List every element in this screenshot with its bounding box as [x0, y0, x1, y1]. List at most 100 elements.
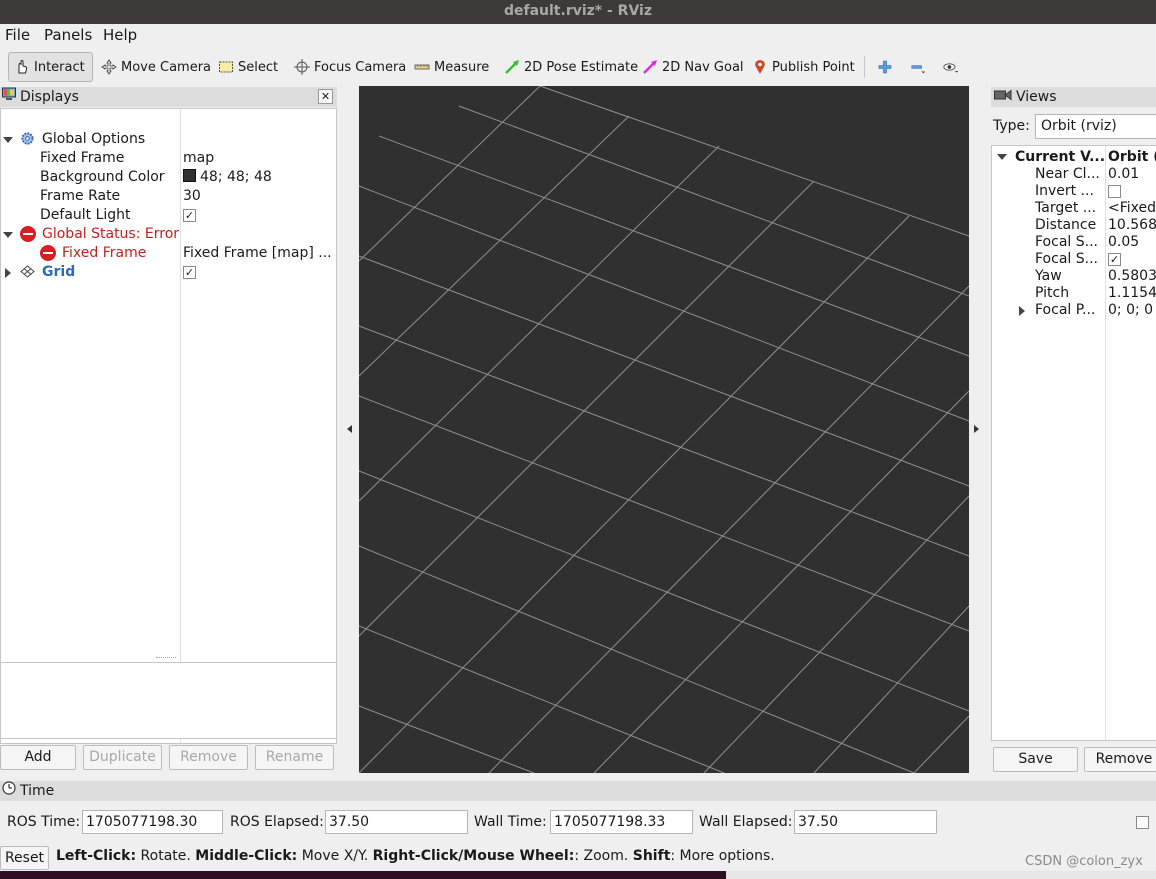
tree-row-background-color[interactable]: Background Color 48; 48; 48	[1, 168, 336, 187]
focal-shape-size-value[interactable]: 0.05	[1108, 234, 1139, 251]
reset-button[interactable]: Reset	[0, 846, 49, 870]
tree-row-near-clip[interactable]: Near Cl... 0.01	[992, 166, 1156, 183]
pitch-label: Pitch	[1035, 285, 1070, 301]
views-panel: Views Type: Orbit (rviz) Current V... Or…	[991, 87, 1156, 773]
tree-row-yaw[interactable]: Yaw 0.58039	[992, 268, 1156, 285]
remove-view-button[interactable]: Remove	[1084, 747, 1156, 772]
time-panel: Time ROS Time: 1705077198.30 ROS Elapsed…	[0, 781, 1156, 843]
fixed-frame-error-label: Fixed Frame	[62, 245, 147, 261]
invert-checkbox[interactable]	[1108, 184, 1121, 198]
chevron-right-icon[interactable]	[1019, 306, 1025, 316]
move-camera-tool-button[interactable]: Move Camera	[96, 52, 216, 82]
target-frame-value[interactable]: <Fixed	[1108, 200, 1156, 217]
tree-row-focal-shape-fixed[interactable]: Focal S... ✓	[992, 251, 1156, 268]
tree-row-focal-point[interactable]: Focal P... 0; 0; 0	[992, 302, 1156, 319]
add-tool-button[interactable]	[872, 52, 898, 82]
chevron-right-icon[interactable]	[5, 268, 11, 278]
experimental-checkbox[interactable]	[1136, 816, 1149, 829]
tree-row-target[interactable]: Target ... <Fixed	[992, 200, 1156, 217]
ros-time-field[interactable]: 1705077198.30	[82, 810, 223, 834]
tree-row-pitch[interactable]: Pitch 1.1154	[992, 285, 1156, 302]
displays-tree[interactable]: Global Options Fixed Frame map Backgroun…	[0, 108, 337, 744]
select-label: Select	[238, 59, 279, 75]
current-view-label: Current V...	[1015, 149, 1106, 165]
near-clip-value[interactable]: 0.01	[1108, 166, 1139, 183]
focus-camera-tool-button[interactable]: Focus Camera	[289, 52, 411, 82]
add-display-button[interactable]: Add	[0, 745, 76, 770]
tree-row-fixed-frame[interactable]: Fixed Frame map	[1, 149, 336, 168]
wall-time-field[interactable]: 1705077198.33	[550, 810, 693, 834]
select-tool-button[interactable]: Select	[213, 52, 283, 82]
remove-display-button[interactable]: Remove	[169, 745, 248, 770]
tree-row-current-view[interactable]: Current V... Orbit (	[992, 149, 1156, 166]
publish-point-tool-button[interactable]: Publish Point	[747, 52, 860, 82]
focal-shape-fixed-checkbox[interactable]: ✓	[1108, 252, 1121, 266]
chevron-down-icon[interactable]	[3, 232, 13, 238]
wall-time-label: Wall Time:	[474, 814, 547, 830]
distance-value[interactable]: 10.5687	[1108, 217, 1156, 234]
render-3d-view[interactable]	[358, 85, 970, 774]
splitter-handle[interactable]	[156, 657, 176, 659]
collapse-right-icon[interactable]	[974, 425, 979, 433]
display-description-box	[0, 662, 337, 739]
tree-row-global-options[interactable]: Global Options	[1, 130, 336, 149]
pitch-value[interactable]: 1.1154	[1108, 285, 1156, 302]
fixed-frame-value[interactable]: map	[183, 149, 214, 168]
shift-key: Shift	[632, 848, 671, 864]
error-icon	[40, 245, 56, 261]
close-icon[interactable]: ✕	[318, 89, 333, 104]
collapse-left-icon[interactable]	[347, 425, 352, 433]
grid-enabled-checkbox[interactable]: ✓	[183, 265, 196, 279]
hand-pointer-icon	[14, 59, 30, 75]
menu-panels[interactable]: Panels	[44, 26, 92, 44]
default-light-checkbox[interactable]: ✓	[183, 208, 196, 222]
tree-row-frame-rate[interactable]: Frame Rate 30	[1, 187, 336, 206]
rename-display-button[interactable]: Rename	[255, 745, 334, 770]
near-clip-label: Near Cl...	[1035, 166, 1100, 182]
desktop-strip	[0, 871, 1156, 879]
window-title-bar: default.rviz* - RViz	[0, 0, 1156, 24]
tree-row-fixed-frame-error[interactable]: Fixed Frame Fixed Frame [map] ...	[1, 244, 336, 263]
yaw-value[interactable]: 0.58039	[1108, 268, 1156, 285]
fixed-frame-error-value: Fixed Frame [map] ...	[183, 245, 332, 261]
magenta-arrow-icon	[642, 59, 658, 75]
frame-rate-value[interactable]: 30	[183, 187, 201, 206]
menu-file[interactable]: File	[5, 26, 30, 44]
save-view-button[interactable]: Save	[993, 747, 1078, 772]
measure-tool-button[interactable]: Measure	[409, 52, 494, 82]
background-color-text: 48; 48; 48	[200, 169, 272, 185]
views-header: Views	[991, 87, 1156, 107]
tree-row-global-status[interactable]: Global Status: Error	[1, 225, 336, 244]
views-tree[interactable]: Current V... Orbit ( Near Cl... 0.01 Inv…	[991, 145, 1156, 741]
tree-row-grid[interactable]: Grid ✓	[1, 263, 336, 282]
left-click-desc: Rotate.	[136, 848, 196, 864]
pose-estimate-tool-button[interactable]: 2D Pose Estimate	[499, 52, 643, 82]
remove-tool-button[interactable]	[905, 52, 931, 82]
tree-row-invert[interactable]: Invert ...	[992, 183, 1156, 200]
tree-row-distance[interactable]: Distance 10.5687	[992, 217, 1156, 234]
nav-goal-tool-button[interactable]: 2D Nav Goal	[637, 52, 749, 82]
view-type-value: Orbit (rviz)	[1041, 118, 1117, 134]
time-header: Time	[0, 781, 1156, 801]
focal-point-value[interactable]: 0; 0; 0	[1108, 302, 1153, 319]
monitor-icon	[2, 87, 16, 107]
tree-row-default-light[interactable]: Default Light ✓	[1, 206, 336, 225]
interact-tool-button[interactable]: Interact	[8, 52, 93, 82]
ros-elapsed-field[interactable]: 37.50	[325, 810, 468, 834]
background-color-value[interactable]: 48; 48; 48	[183, 168, 272, 187]
duplicate-display-button[interactable]: Duplicate	[83, 745, 162, 770]
middle-click-desc: Move X/Y.	[297, 848, 373, 864]
wall-elapsed-field[interactable]: 37.50	[794, 810, 937, 834]
grid-enabled-cell: ✓	[183, 263, 196, 282]
measure-label: Measure	[434, 59, 490, 75]
chevron-down-icon[interactable]	[3, 137, 13, 143]
mouse-help-text: Left-Click: Rotate. Middle-Click: Move X…	[56, 848, 775, 864]
menu-help[interactable]: Help	[103, 26, 137, 44]
focal-shape-fixed-label: Focal S...	[1035, 251, 1098, 267]
panel-visibility-button[interactable]	[938, 52, 964, 82]
chevron-down-icon[interactable]	[997, 154, 1007, 160]
pose-estimate-label: 2D Pose Estimate	[524, 59, 639, 75]
minus-icon	[910, 59, 926, 75]
view-type-select[interactable]: Orbit (rviz)	[1035, 114, 1156, 139]
tree-row-focal-shape-size[interactable]: Focal S... 0.05	[992, 234, 1156, 251]
